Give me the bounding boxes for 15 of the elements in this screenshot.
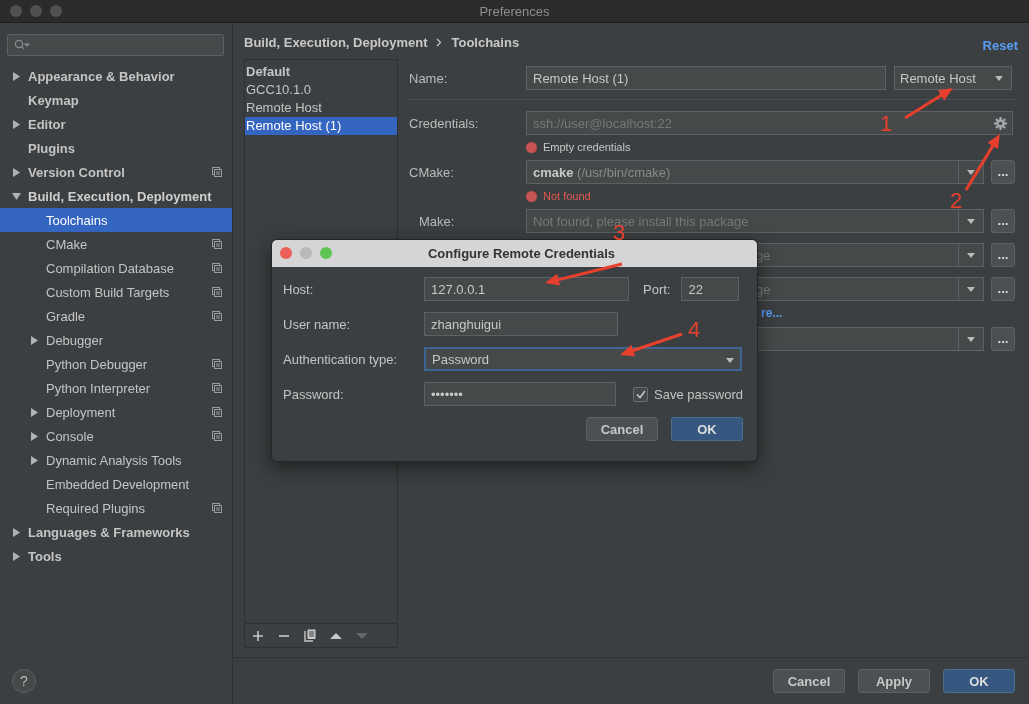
error-message: Not found	[526, 188, 591, 204]
field-label: Make:	[418, 213, 456, 229]
field-label: Password:	[283, 386, 345, 402]
field-label: Credentials:	[409, 115, 480, 131]
field-label: User name:	[283, 316, 352, 332]
field-label: CMake:	[409, 164, 455, 180]
field-label: Authentication type:	[283, 351, 399, 367]
field-label: Name:	[409, 70, 449, 86]
field-label: Port:	[643, 281, 671, 297]
annotation-number: 1	[880, 111, 893, 136]
error-message: Empty credentials	[526, 139, 631, 155]
dialog-title: Configure Remote Credentials	[426, 246, 616, 261]
window-title: Preferences	[479, 3, 550, 19]
annotation-number: 4	[688, 317, 701, 342]
field-label: Host:	[283, 281, 315, 297]
